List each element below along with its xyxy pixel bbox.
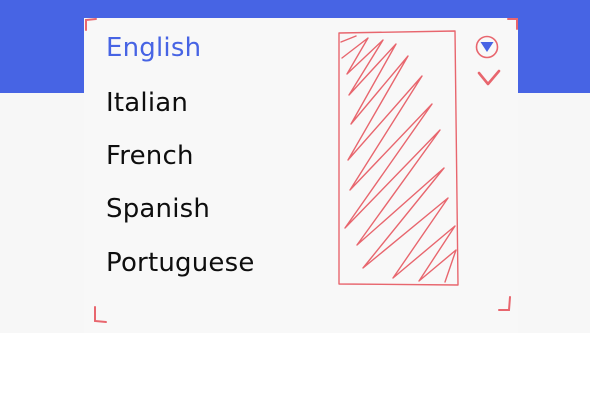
selection-corner-brackets bbox=[85, 18, 518, 323]
triangle-down-icon bbox=[475, 35, 499, 59]
dropdown-toggle-button[interactable] bbox=[474, 34, 500, 60]
scrollbar-placeholder-scribble bbox=[338, 30, 459, 286]
checkmark-icon bbox=[477, 69, 501, 86]
screen: English Italian French Spanish Portugues… bbox=[0, 0, 590, 400]
annotation-layer bbox=[85, 18, 518, 323]
